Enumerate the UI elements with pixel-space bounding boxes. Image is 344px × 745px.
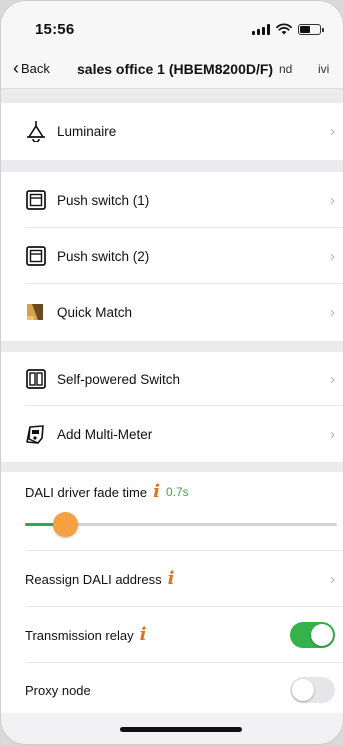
fade-time-header: DALI driver fade time i 0.7s [25,483,189,501]
device-label: Quick Match [57,305,133,320]
transmission-relay-row: Transmission relay i [1,607,343,663]
status-bar: 15:56 [1,1,343,51]
device-row-push-switch-1[interactable]: Push switch (1) › [1,172,343,228]
chevron-right-icon: › [330,370,335,388]
fade-time-value: 0.7s [165,485,189,499]
navigation-bar: ‹ Back nd ivi sales office 1 (HBEM8200D/… [1,51,343,89]
wifi-icon [276,23,292,35]
fade-time-row: DALI driver fade time i 0.7s [1,472,343,551]
chevron-right-icon: › [330,304,335,321]
device-label: Add Multi-Meter [57,426,153,442]
device-label: Self-powered Switch [57,371,181,387]
signal-icon [252,23,270,35]
chevron-right-icon: › [330,570,335,588]
slider-thumb[interactable] [53,512,79,537]
quick-match-icon [25,301,47,323]
device-label: Luminaire [57,124,117,139]
reassign-dali-row[interactable]: Reassign DALI address i › [1,551,343,607]
transmission-relay-label: Transmission relay [25,627,134,643]
home-indicator-area [1,713,343,744]
info-icon[interactable]: i [153,483,160,501]
switch-icon [25,245,47,267]
device-row-quick-match[interactable]: Quick Match › [1,284,343,341]
fade-time-label: DALI driver fade time [25,484,148,500]
chevron-right-icon: › [330,123,335,140]
lamp-icon [25,120,47,142]
proxy-node-header: Proxy node [25,683,91,698]
reassign-header: Reassign DALI address i [25,570,175,588]
device-label: Push switch (2) [57,248,150,264]
proxy-node-toggle[interactable] [290,677,335,703]
chevron-right-icon: › [330,425,335,443]
toggle-knob [311,624,333,646]
switch-icon [25,189,47,211]
section-gap [1,160,343,172]
toggle-knob [292,679,314,701]
device-row-add-multi-meter[interactable]: Add Multi-Meter › [1,406,343,462]
info-icon[interactable]: i [168,570,175,588]
meter-icon [25,423,47,445]
nav-right-button[interactable]: ivi [318,62,329,76]
chevron-right-icon: › [330,191,335,209]
section-gap [1,341,343,352]
device-row-luminaire[interactable]: Luminaire › [1,103,343,160]
status-time: 15:56 [35,21,75,38]
chevron-left-icon: ‹ [13,57,19,78]
device-label: Push switch (1) [57,192,150,208]
reassign-label: Reassign DALI address [25,571,162,587]
device-row-self-powered-switch[interactable]: Self-powered Switch › [1,352,343,406]
double-switch-icon [25,368,47,390]
phone-screen: 15:56 ‹ Back nd ivi sales office 1 (HBEM… [0,0,344,745]
back-label: Back [21,61,50,76]
device-row-push-switch-2[interactable]: Push switch (2) › [1,228,343,284]
proxy-node-label: Proxy node [25,683,91,698]
page-title: sales office 1 (HBEM8200D/F) [77,61,274,77]
section-gap [1,462,343,472]
home-indicator[interactable] [120,727,242,732]
status-icons [252,23,324,35]
info-icon[interactable]: i [140,626,147,644]
back-button[interactable]: ‹ Back [13,57,50,78]
battery-icon [298,23,324,35]
proxy-node-row: Proxy node [1,663,343,713]
nav-right-text-1: nd [279,62,293,76]
transmission-relay-toggle[interactable] [290,622,335,648]
fade-time-slider[interactable] [25,512,337,537]
section-gap [1,89,343,103]
chevron-right-icon: › [330,247,335,265]
transmission-header: Transmission relay i [25,626,147,644]
